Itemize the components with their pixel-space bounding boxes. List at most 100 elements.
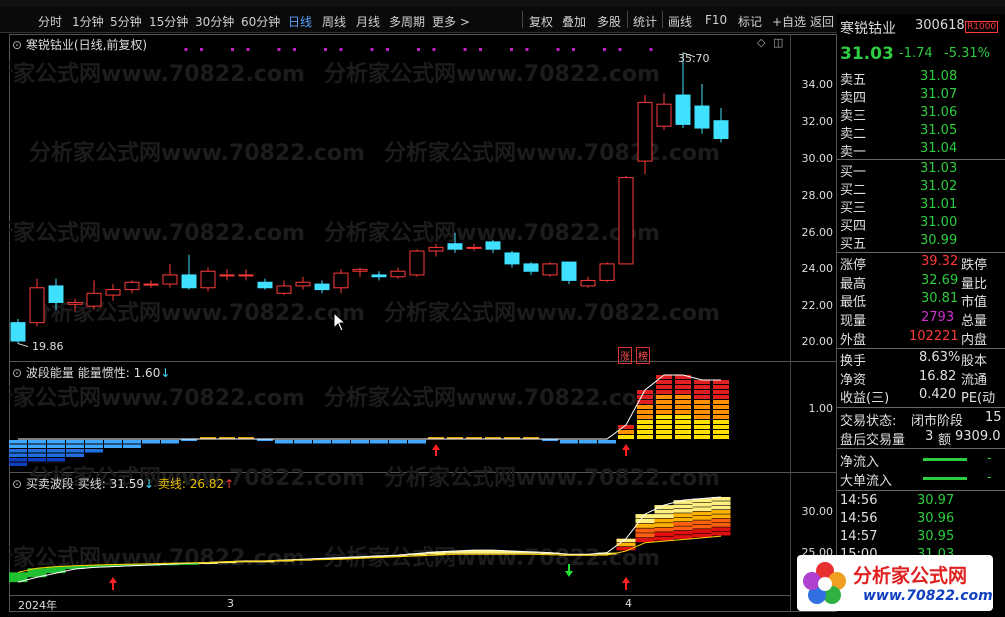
after-hours-row: 盘后交易量 3 额 9309.0: [837, 429, 1005, 448]
energy-bar-positive: [675, 385, 691, 389]
stat-value: 30.81: [921, 291, 959, 306]
chart-title: ⊙ 寒锐钴业(日线,前复权): [12, 36, 147, 53]
ask-row-2[interactable]: 卖二 31.05: [837, 123, 1005, 142]
btn-mark[interactable]: 标记: [738, 13, 762, 30]
btn-back[interactable]: 返回: [810, 13, 834, 30]
bid-price: 31.02: [920, 179, 958, 194]
energy-bar-negative: [560, 440, 578, 444]
band-layer-bull: [673, 535, 693, 539]
signal-dot: [417, 48, 420, 51]
collapse-icon[interactable]: ⊙: [12, 477, 22, 491]
signal-dot: [572, 48, 575, 51]
bid-row-3[interactable]: 买三 31.01: [837, 197, 1005, 216]
logo-text: 分析家公式网: [853, 565, 968, 587]
stat-value: 2793: [921, 310, 955, 325]
candle-body: [10, 322, 26, 342]
candle-body: [371, 274, 387, 278]
btn-draw-line[interactable]: 画线: [668, 13, 692, 30]
energy-bar-negative: [313, 440, 331, 444]
candlestick-chart[interactable]: [9, 35, 790, 361]
btn-add-watchlist[interactable]: +自选: [772, 13, 806, 30]
tick-time: 14:56: [840, 511, 878, 526]
tab-30min[interactable]: 30分钟: [195, 13, 234, 30]
x-tick-month: 3: [227, 597, 234, 610]
ask-row-3[interactable]: 卖三 31.06: [837, 105, 1005, 124]
stat-label: 股本: [961, 354, 988, 369]
tab-fenshi[interactable]: 分时: [38, 13, 62, 30]
energy-bar-negative: [47, 444, 65, 448]
tab-15min[interactable]: 15分钟: [149, 13, 188, 30]
stat-label: 市值: [961, 295, 988, 310]
energy-bar-positive: [694, 405, 710, 409]
band-layer-bull: [673, 508, 693, 513]
orderbook-divider: [837, 159, 1005, 160]
band-layer-bull: [635, 533, 655, 538]
btn-fuquan[interactable]: 复权: [529, 13, 553, 30]
band-layer-bull: [692, 533, 712, 538]
energy-bar-negative: [66, 444, 84, 448]
energy-bar-positive: [656, 425, 672, 429]
btn-multi-stock[interactable]: 多股: [597, 13, 621, 30]
ask-row-5[interactable]: 卖五 31.08: [837, 69, 1005, 88]
candle-body: [162, 274, 178, 285]
energy-bar-positive: [713, 400, 729, 404]
btn-statistics[interactable]: 统计: [633, 13, 657, 30]
ask-price: 31.08: [920, 69, 958, 84]
collapse-icon[interactable]: ⊙: [12, 366, 22, 380]
energy-bar-negative: [142, 440, 160, 444]
ask-row-4[interactable]: 卖四 31.07: [837, 87, 1005, 106]
ask-price: 31.05: [920, 123, 958, 138]
tab-monthly[interactable]: 月线: [356, 13, 380, 30]
signal-dot: [510, 48, 513, 51]
energy-bar-positive: [694, 390, 710, 394]
energy-bar-positive: [637, 435, 653, 439]
candle-body: [200, 270, 216, 289]
collapse-icon[interactable]: ⊙: [12, 38, 22, 52]
energy-bar-negative: [85, 440, 103, 444]
bid-row-5[interactable]: 买五 30.99: [837, 233, 1005, 252]
section-divider: [837, 448, 1005, 449]
tab-multi-period[interactable]: 多周期: [389, 13, 425, 30]
ask-label: 卖四: [840, 91, 867, 106]
energy-bar-negative: [275, 440, 293, 444]
ask-label: 卖二: [840, 127, 867, 142]
tick-row: 14:56 30.96: [837, 511, 1005, 529]
diamond-icon[interactable]: ◇: [757, 36, 765, 49]
tab-5min[interactable]: 5分钟: [110, 13, 142, 30]
energy-bar-negative: [408, 440, 426, 444]
y-tick: 24.00: [801, 262, 834, 275]
energy-bar-negative: [332, 440, 350, 444]
energy-bar-positive: [694, 425, 710, 429]
candle-body: [181, 274, 197, 289]
bid-row-4[interactable]: 买四 31.00: [837, 215, 1005, 234]
tab-1min[interactable]: 1分钟: [72, 13, 104, 30]
candle-body: [219, 274, 235, 277]
flow-bar: [923, 477, 967, 480]
stat-label: 内盘: [961, 333, 988, 348]
band-layer-bull: [673, 504, 693, 509]
section-divider: [837, 252, 1005, 253]
low-price-label: 19.86: [32, 340, 64, 353]
energy-bar-positive: [713, 430, 729, 434]
window-icon[interactable]: ◫: [773, 36, 783, 49]
bid-row-1[interactable]: 买一 31.03: [837, 161, 1005, 180]
energy-bar-positive: [694, 430, 710, 434]
stat-row: 涨停 39.32 跌停: [837, 254, 1005, 273]
tab-weekly[interactable]: 周线: [322, 13, 346, 30]
btn-overlay[interactable]: 叠加: [562, 13, 586, 30]
tab-more[interactable]: 更多 >: [432, 13, 470, 30]
candle-body: [542, 263, 558, 276]
tick-row: 14:57 30.95: [837, 529, 1005, 547]
y-tick: 30.00: [801, 152, 834, 165]
bid-row-2[interactable]: 买二 31.02: [837, 179, 1005, 198]
stat-label: 外盘: [840, 333, 867, 348]
signal-dot: [386, 48, 389, 51]
tab-daily[interactable]: 日线: [288, 13, 312, 30]
band-layer-bull: [673, 522, 693, 526]
btn-f10[interactable]: F10: [705, 13, 727, 27]
trade-state-value: 闭市阶段: [911, 414, 964, 429]
ask-row-1[interactable]: 卖一 31.04: [837, 141, 1005, 160]
energy-bar-positive: [675, 380, 691, 384]
energy-outline-line: [18, 374, 721, 440]
tab-60min[interactable]: 60分钟: [241, 13, 280, 30]
